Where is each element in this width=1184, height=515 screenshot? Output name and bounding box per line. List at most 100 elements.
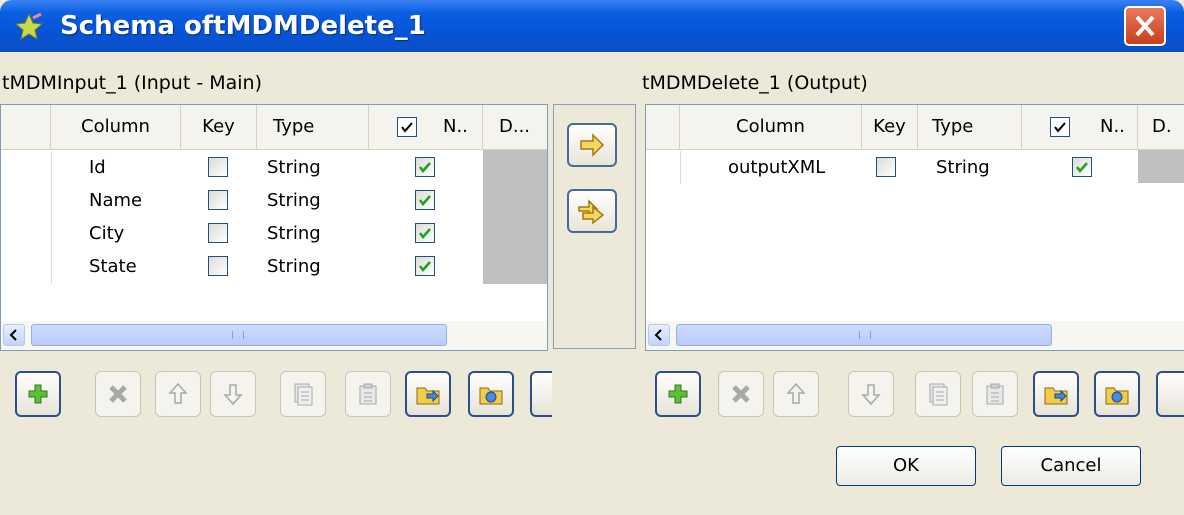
input-table-header: Column Key Type N.. D... <box>1 105 547 150</box>
table-row[interactable]: outputXML String <box>646 151 1138 184</box>
move-down-button[interactable] <box>210 371 256 417</box>
remove-column-button[interactable] <box>95 371 141 417</box>
cell-column[interactable]: State <box>89 250 137 283</box>
copy-icon <box>294 383 313 406</box>
cell-type[interactable]: String <box>267 250 321 283</box>
copy-all-button[interactable] <box>567 189 617 233</box>
arrow-right-icon <box>580 133 605 157</box>
nullable-checkbox[interactable] <box>415 223 435 243</box>
title-bar[interactable]: Schema oftMDMDelete_1 <box>0 0 1184 52</box>
cell-column[interactable]: outputXML <box>728 151 825 184</box>
remove-icon <box>109 385 127 403</box>
move-down-icon <box>223 384 243 406</box>
output-panel-label: tMDMDelete_1 (Output) <box>642 72 868 94</box>
more-toolbar-button[interactable] <box>530 371 552 417</box>
cell-column[interactable]: Name <box>89 184 142 217</box>
move-up-button[interactable] <box>773 371 819 417</box>
cell-type[interactable]: String <box>267 184 321 217</box>
cell-column[interactable]: City <box>89 217 124 250</box>
header-key[interactable]: Key <box>862 105 918 149</box>
header-column[interactable]: Column <box>51 105 181 149</box>
import-schema-button[interactable] <box>1033 371 1079 417</box>
header-column[interactable]: Column <box>680 105 862 149</box>
nullable-checkbox[interactable] <box>1072 157 1092 177</box>
cell-column[interactable]: Id <box>89 151 106 184</box>
add-column-button[interactable] <box>15 371 61 417</box>
checkmark-icon <box>1054 122 1066 133</box>
paste-button[interactable] <box>345 371 391 417</box>
cell-type[interactable]: String <box>267 217 321 250</box>
header-nullable-checkbox[interactable] <box>1050 117 1070 137</box>
export-schema-button[interactable] <box>468 371 514 417</box>
table-row[interactable]: State String <box>1 250 483 283</box>
checkmark-icon <box>401 122 413 133</box>
row-header-corner <box>1 105 51 149</box>
add-icon <box>668 384 688 404</box>
import-icon <box>416 387 440 405</box>
export-schema-button[interactable] <box>1094 371 1140 417</box>
star-icon <box>14 12 44 41</box>
scroll-left-button[interactable] <box>648 324 670 346</box>
cell-type[interactable]: String <box>267 151 321 184</box>
key-checkbox[interactable] <box>208 157 228 177</box>
remove-column-button[interactable] <box>718 371 764 417</box>
move-up-button[interactable] <box>155 371 201 417</box>
nullable-checkbox[interactable] <box>415 157 435 177</box>
ok-button[interactable]: OK <box>836 446 976 486</box>
input-schema-table[interactable]: Column Key Type N.. D... Id String Name … <box>0 104 548 351</box>
header-type[interactable]: Type <box>257 105 369 149</box>
transfer-button-panel <box>553 104 636 349</box>
key-checkbox[interactable] <box>208 190 228 210</box>
row-header-corner <box>646 105 680 149</box>
copy-icon <box>929 383 948 406</box>
add-icon <box>28 384 48 404</box>
nullable-checkbox[interactable] <box>415 256 435 276</box>
output-schema-table[interactable]: Column Key Type N.. D. outputXML String <box>645 104 1184 351</box>
chevron-left-icon <box>654 329 662 341</box>
copy-selected-button[interactable] <box>567 123 617 167</box>
close-icon <box>1135 15 1155 37</box>
header-nullable-checkbox[interactable] <box>397 117 417 137</box>
scroll-thumb[interactable] <box>31 324 447 346</box>
scroll-grip <box>859 331 871 339</box>
header-default[interactable]: D... <box>483 105 547 149</box>
more-toolbar-button[interactable] <box>1156 371 1184 417</box>
key-checkbox[interactable] <box>208 223 228 243</box>
import-schema-button[interactable] <box>405 371 451 417</box>
default-column-disabled <box>1138 150 1184 183</box>
checkmark-icon <box>1076 162 1088 173</box>
close-button[interactable] <box>1124 6 1166 46</box>
key-checkbox[interactable] <box>208 256 228 276</box>
header-nullable[interactable]: N.. <box>1022 105 1138 149</box>
table-row[interactable]: City String <box>1 217 483 250</box>
input-panel-label: tMDMInput_1 (Input - Main) <box>2 72 263 94</box>
table-row[interactable]: Id String <box>1 151 483 184</box>
scroll-grip <box>232 331 244 339</box>
export-icon <box>1105 387 1129 405</box>
nullable-checkbox[interactable] <box>415 190 435 210</box>
checkmark-icon <box>419 228 431 239</box>
scroll-thumb[interactable] <box>676 324 1052 346</box>
key-checkbox[interactable] <box>876 157 896 177</box>
row-header-column <box>646 151 681 184</box>
chevron-left-icon <box>9 329 17 341</box>
cell-type[interactable]: String <box>936 151 990 184</box>
header-default[interactable]: D. <box>1138 105 1184 149</box>
paste-button[interactable] <box>972 371 1018 417</box>
move-up-icon <box>168 382 188 404</box>
cancel-button[interactable]: Cancel <box>1001 446 1141 486</box>
add-column-button[interactable] <box>655 371 701 417</box>
table-row[interactable]: Name String <box>1 184 483 217</box>
copy-button[interactable] <box>915 371 961 417</box>
move-down-button[interactable] <box>848 371 894 417</box>
paste-icon <box>359 383 377 405</box>
header-key[interactable]: Key <box>181 105 257 149</box>
import-icon <box>1044 387 1068 405</box>
header-nullable[interactable]: N.. <box>369 105 483 149</box>
output-horizontal-scrollbar[interactable] <box>646 321 1184 350</box>
copy-button[interactable] <box>280 371 326 417</box>
scroll-left-button[interactable] <box>3 324 25 346</box>
checkmark-icon <box>419 195 431 206</box>
header-type[interactable]: Type <box>918 105 1022 149</box>
input-horizontal-scrollbar[interactable] <box>1 321 547 350</box>
